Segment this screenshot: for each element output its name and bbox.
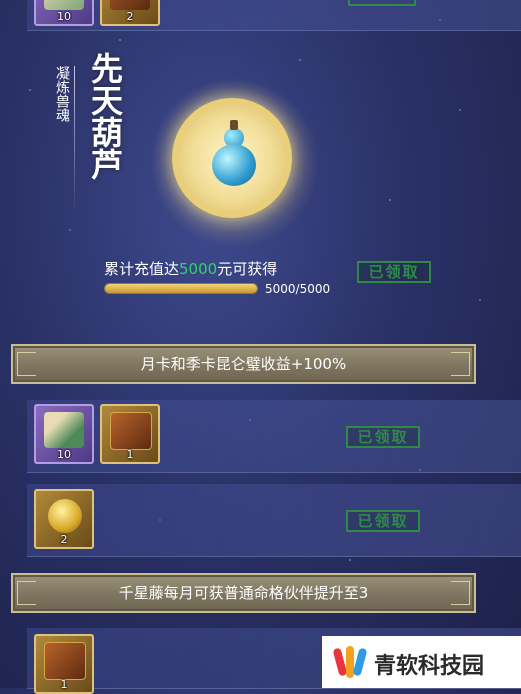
item-count: 1 — [60, 678, 68, 691]
claimed-stamp: 已领取 — [357, 261, 431, 283]
section-banner: 月卡和季卡昆仑璧收益+100% — [11, 344, 476, 384]
brand-name: 青软科技园 — [374, 654, 485, 679]
reward-item[interactable]: 2 — [34, 489, 94, 549]
gourd-icon — [208, 120, 260, 186]
item-name-title: 先天葫芦 — [86, 52, 124, 180]
item-count: 10 — [57, 10, 71, 23]
progress-bar-track — [104, 283, 258, 294]
chest-icon — [110, 0, 150, 10]
chest-icon — [44, 642, 86, 680]
book-icon — [44, 0, 84, 10]
item-count: 2 — [126, 10, 134, 23]
progress-bar-fill — [105, 284, 257, 293]
reward-item[interactable]: 1 — [100, 404, 160, 464]
item-count: 1 — [126, 448, 134, 461]
claimed-stamp-partial — [348, 0, 416, 6]
requirement-suffix: 元可获得 — [217, 260, 278, 278]
item-count: 10 — [57, 448, 71, 461]
watermark-logo: 青软科技园 — [322, 636, 521, 688]
requirement-prefix: 累计充值达 — [104, 260, 180, 278]
chest-icon — [110, 412, 152, 450]
reward-item[interactable]: 10 — [34, 0, 94, 26]
reward-item[interactable]: 2 — [100, 0, 160, 26]
side-divider — [74, 66, 75, 216]
reward-item[interactable]: 1 — [34, 634, 94, 694]
requirement-text: 累计充值达5000元可获得 — [104, 258, 277, 279]
requirement-amount: 5000 — [179, 260, 218, 278]
side-title: 凝炼兽魂 — [54, 66, 70, 122]
book-icon — [44, 412, 84, 448]
gold-coin-icon — [48, 499, 82, 533]
reward-row — [27, 484, 521, 557]
progress-text: 5000/5000 — [265, 282, 331, 296]
item-count: 2 — [60, 533, 68, 546]
reward-item[interactable]: 10 — [34, 404, 94, 464]
claimed-stamp: 已领取 — [346, 510, 420, 532]
section-banner: 千星藤每月可获普通命格伙伴提升至3 — [11, 573, 476, 613]
claimed-stamp: 已领取 — [346, 426, 420, 448]
brand-logo-icon — [332, 644, 368, 680]
